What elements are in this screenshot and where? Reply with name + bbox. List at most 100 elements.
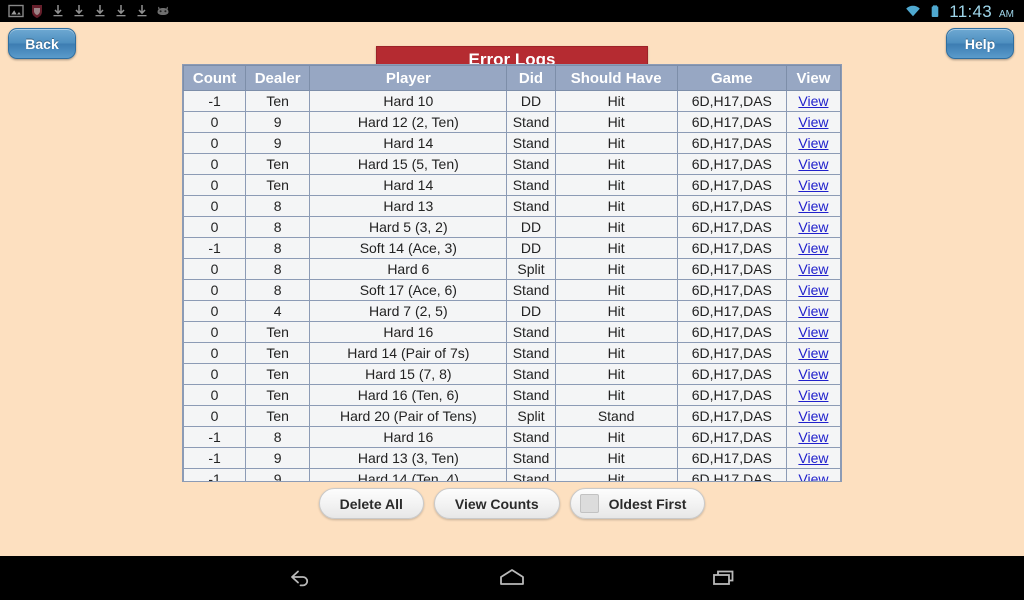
view-link[interactable]: View bbox=[798, 408, 828, 424]
cell-view[interactable]: View bbox=[785, 363, 841, 385]
column-header-count[interactable]: Count bbox=[183, 65, 247, 91]
view-link[interactable]: View bbox=[798, 135, 828, 151]
table-row[interactable]: 0 Ten Hard 16 (Ten, 6) Stand Hit 6D,H17,DAS Vi… bbox=[183, 384, 841, 406]
table-row[interactable]: 0 9 Hard 14 Stand Hit 6D,H17,DAS View bbox=[183, 132, 841, 154]
view-link[interactable]: View bbox=[798, 303, 828, 319]
cell-view[interactable]: View bbox=[785, 342, 841, 364]
view-link[interactable]: View bbox=[798, 93, 828, 109]
cell-count: 0 bbox=[183, 342, 247, 364]
oldest-first-checkbox[interactable] bbox=[579, 494, 599, 513]
cell-should-have: Hit bbox=[554, 342, 678, 364]
view-link[interactable]: View bbox=[798, 429, 828, 445]
cell-player: Hard 6 bbox=[309, 258, 508, 280]
view-link[interactable]: View bbox=[798, 240, 828, 256]
cell-did: Stand bbox=[506, 447, 556, 469]
cell-view[interactable]: View bbox=[785, 258, 841, 280]
cell-player: Hard 14 (Pair of 7s) bbox=[309, 342, 508, 364]
cell-should-have: Hit bbox=[554, 426, 678, 448]
back-button[interactable]: Back bbox=[8, 28, 76, 59]
view-link[interactable]: View bbox=[798, 345, 828, 361]
view-link[interactable]: View bbox=[798, 198, 828, 214]
cell-view[interactable]: View bbox=[785, 174, 841, 196]
cell-view[interactable]: View bbox=[785, 132, 841, 154]
table-row[interactable]: -1 9 Hard 14 (Ten, 4) Stand Hit 6D,H17,DAS Vie… bbox=[183, 468, 841, 482]
cell-player: Hard 13 (3, Ten) bbox=[309, 447, 508, 469]
cell-count: -1 bbox=[183, 90, 247, 112]
download-icon bbox=[116, 5, 126, 17]
cell-player: Hard 16 (Ten, 6) bbox=[309, 384, 508, 406]
cell-did: DD bbox=[506, 237, 556, 259]
table-row[interactable]: 0 8 Soft 17 (Ace, 6) Stand Hit 6D,H17,DAS View bbox=[183, 279, 841, 301]
cell-view[interactable]: View bbox=[785, 237, 841, 259]
column-header-game[interactable]: Game bbox=[676, 65, 787, 91]
table-row[interactable]: 0 8 Hard 13 Stand Hit 6D,H17,DAS View bbox=[183, 195, 841, 217]
table-row[interactable]: -1 8 Hard 16 Stand Hit 6D,H17,DAS View bbox=[183, 426, 841, 448]
cell-game: 6D,H17,DAS bbox=[676, 426, 787, 448]
oldest-first-toggle[interactable]: Oldest First bbox=[569, 488, 706, 519]
table-row[interactable]: 0 8 Hard 5 (3, 2) DD Hit 6D,H17,DAS View bbox=[183, 216, 841, 238]
table-row[interactable]: -1 9 Hard 13 (3, Ten) Stand Hit 6D,H17,DAS Vie… bbox=[183, 447, 841, 469]
column-header-did[interactable]: Did bbox=[506, 65, 556, 91]
error-log-table-container[interactable]: Count Dealer Player Did Should Have Game… bbox=[182, 64, 842, 482]
view-link[interactable]: View bbox=[798, 177, 828, 193]
cell-count: 0 bbox=[183, 174, 247, 196]
view-link[interactable]: View bbox=[798, 366, 828, 382]
cell-view[interactable]: View bbox=[785, 447, 841, 469]
cell-view[interactable]: View bbox=[785, 279, 841, 301]
cell-game: 6D,H17,DAS bbox=[676, 279, 787, 301]
table-row[interactable]: 0 8 Hard 6 Split Hit 6D,H17,DAS View bbox=[183, 258, 841, 280]
view-link[interactable]: View bbox=[798, 471, 828, 482]
table-row[interactable]: 0 9 Hard 12 (2, Ten) Stand Hit 6D,H17,DAS View bbox=[183, 111, 841, 133]
cell-view[interactable]: View bbox=[785, 405, 841, 427]
table-row[interactable]: 0 Ten Hard 20 (Pair of Tens) Split Stand 6D,H… bbox=[183, 405, 841, 427]
cell-should-have: Hit bbox=[554, 384, 678, 406]
cell-view[interactable]: View bbox=[785, 111, 841, 133]
view-counts-button[interactable]: View Counts bbox=[433, 488, 560, 519]
table-row[interactable]: 0 Ten Hard 14 (Pair of 7s) Stand Hit 6D,H17,D… bbox=[183, 342, 841, 364]
cell-dealer: Ten bbox=[245, 363, 311, 385]
table-row[interactable]: 0 Ten Hard 14 Stand Hit 6D,H17,DAS View bbox=[183, 174, 841, 196]
delete-all-button[interactable]: Delete All bbox=[318, 488, 424, 519]
table-row[interactable]: -1 8 Soft 14 (Ace, 3) DD Hit 6D,H17,DAS View bbox=[183, 237, 841, 259]
view-link[interactable]: View bbox=[798, 219, 828, 235]
cell-view[interactable]: View bbox=[785, 195, 841, 217]
cell-view[interactable]: View bbox=[785, 300, 841, 322]
cell-should-have: Hit bbox=[554, 174, 678, 196]
table-row[interactable]: 0 4 Hard 7 (2, 5) DD Hit 6D,H17,DAS View bbox=[183, 300, 841, 322]
view-link[interactable]: View bbox=[798, 387, 828, 403]
nav-back-button[interactable] bbox=[220, 556, 380, 600]
cell-view[interactable]: View bbox=[785, 426, 841, 448]
view-link[interactable]: View bbox=[798, 282, 828, 298]
table-header-row: Count Dealer Player Did Should Have Game… bbox=[183, 65, 841, 91]
cell-player: Hard 5 (3, 2) bbox=[309, 216, 508, 238]
view-link[interactable]: View bbox=[798, 156, 828, 172]
cell-player: Hard 14 (Ten, 4) bbox=[309, 468, 508, 481]
cell-view[interactable]: View bbox=[785, 153, 841, 175]
view-link[interactable]: View bbox=[798, 114, 828, 130]
view-link[interactable]: View bbox=[798, 324, 828, 340]
cell-view[interactable]: View bbox=[785, 90, 841, 112]
column-header-view[interactable]: View bbox=[785, 65, 841, 91]
cell-view[interactable]: View bbox=[785, 384, 841, 406]
view-link[interactable]: View bbox=[798, 450, 828, 466]
nav-home-button[interactable] bbox=[432, 556, 592, 600]
table-row[interactable]: 0 Ten Hard 15 (7, 8) Stand Hit 6D,H17,DAS View bbox=[183, 363, 841, 385]
cell-dealer: Ten bbox=[245, 174, 311, 196]
cell-count: 0 bbox=[183, 258, 247, 280]
cell-game: 6D,H17,DAS bbox=[676, 237, 787, 259]
cell-view[interactable]: View bbox=[785, 468, 841, 482]
nav-recents-button[interactable] bbox=[644, 556, 804, 600]
column-header-dealer[interactable]: Dealer bbox=[245, 65, 311, 91]
help-button[interactable]: Help bbox=[946, 28, 1014, 59]
table-row[interactable]: -1 Ten Hard 10 DD Hit 6D,H17,DAS View bbox=[183, 90, 841, 112]
table-row[interactable]: 0 Ten Hard 15 (5, Ten) Stand Hit 6D,H17,DAS Vi… bbox=[183, 153, 841, 175]
cell-view[interactable]: View bbox=[785, 216, 841, 238]
view-link[interactable]: View bbox=[798, 261, 828, 277]
cell-dealer: 8 bbox=[245, 237, 311, 259]
cell-view[interactable]: View bbox=[785, 321, 841, 343]
table-row[interactable]: 0 Ten Hard 16 Stand Hit 6D,H17,DAS View bbox=[183, 321, 841, 343]
download-icon bbox=[74, 5, 84, 17]
column-header-player[interactable]: Player bbox=[309, 65, 508, 91]
cell-did: Split bbox=[506, 258, 556, 280]
column-header-should-have[interactable]: Should Have bbox=[554, 65, 678, 91]
